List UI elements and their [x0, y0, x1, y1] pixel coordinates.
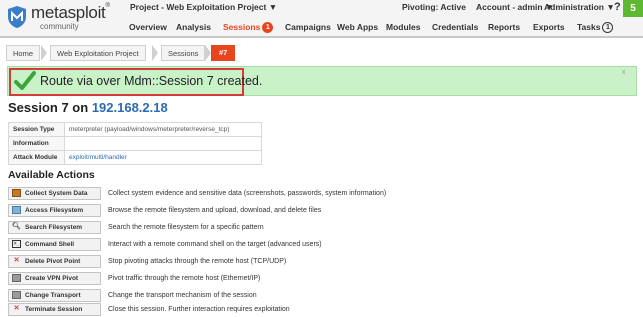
session-ip: 192.168.2.18	[91, 100, 168, 115]
terminal-icon: >_	[12, 240, 21, 249]
nav-sessions-label: Sessions	[223, 22, 261, 32]
nav-tasks-label: Tasks	[577, 22, 601, 32]
top-bar: metasploit® community Project - Web Expl…	[0, 0, 643, 38]
nav-tasks[interactable]: Tasks 1	[577, 22, 614, 34]
close-icon[interactable]: x	[622, 69, 626, 76]
action-label: Collect System Data	[25, 190, 88, 197]
nav-overview[interactable]: Overview	[129, 22, 167, 32]
access-filesystem-button[interactable]: Access Filesystem	[8, 204, 101, 217]
search-icon: 🔍︎	[12, 223, 21, 231]
collect-data-icon	[12, 189, 21, 198]
attack-module-link[interactable]: exploit/multi/handler	[64, 150, 262, 165]
action-label: Command Shell	[25, 241, 75, 248]
action-description: Close this session. Further interaction …	[108, 306, 290, 313]
create-vpn-pivot-button[interactable]: Create VPN Pivot	[8, 272, 101, 285]
breadcrumb-home[interactable]: Home	[6, 45, 41, 61]
action-description: Stop pivoting attacks through the remote…	[108, 258, 287, 265]
info-value: meterpreter (payload/windows/meterpreter…	[64, 122, 262, 137]
nav-credentials[interactable]: Credentials	[432, 22, 478, 32]
action-description: Collect system evidence and sensitive da…	[108, 190, 387, 197]
sessions-count-badge: 1	[262, 22, 274, 34]
close-icon: ✕	[13, 305, 20, 313]
change-transport-button[interactable]: Change Transport	[8, 289, 101, 302]
delete-icon: ✕	[13, 257, 20, 265]
action-description: Search the remote filesystem for a speci…	[108, 224, 264, 231]
notification-badge[interactable]: 5	[623, 0, 643, 17]
action-label: Search Filesystem	[25, 224, 83, 231]
nav-campaigns[interactable]: Campaigns	[285, 22, 331, 32]
info-key: Attack Module	[8, 150, 65, 165]
breadcrumb-separator	[41, 45, 47, 61]
action-description: Pivot traffic through the remote host (E…	[108, 275, 261, 282]
administration-menu[interactable]: Administration ▼	[544, 2, 615, 12]
nav-web-apps[interactable]: Web Apps	[337, 22, 378, 32]
breadcrumb-sessions[interactable]: Sessions	[161, 45, 206, 61]
breadcrumb-project[interactable]: Web Exploitation Project	[50, 45, 146, 61]
breadcrumb-current: #7	[211, 45, 236, 61]
terminate-session-button[interactable]: ✕ Terminate Session	[8, 303, 101, 316]
breadcrumb-separator	[152, 45, 158, 61]
collect-system-data-button[interactable]: Collect System Data	[8, 187, 101, 200]
checkmark-icon	[14, 71, 36, 90]
action-description: Change the transport mechanism of the se…	[108, 292, 257, 299]
nav-modules[interactable]: Modules	[386, 22, 420, 32]
account-menu[interactable]: Account - admin ▼	[476, 2, 553, 12]
table-row: Information	[8, 136, 262, 151]
action-label: Delete Pivot Point	[25, 258, 81, 265]
info-key: Session Type	[8, 122, 65, 137]
session-title-text: Session 7 on	[8, 100, 92, 115]
action-label: Create VPN Pivot	[25, 275, 79, 282]
transport-icon	[12, 291, 21, 300]
nav-analysis[interactable]: Analysis	[176, 22, 211, 32]
page-title: Session 7 on 192.168.2.18	[8, 100, 168, 115]
flash-message: Route via over Mdm::Session 7 created.	[40, 74, 263, 88]
project-selector[interactable]: Project - Web Exploitation Project ▼	[130, 2, 277, 12]
delete-pivot-point-button[interactable]: ✕ Delete Pivot Point	[8, 255, 101, 268]
search-filesystem-button[interactable]: 🔍︎ Search Filesystem	[8, 221, 101, 234]
vpn-icon	[12, 274, 21, 283]
info-value	[64, 136, 262, 151]
nav-sessions[interactable]: Sessions 1	[223, 22, 274, 34]
pivoting-status[interactable]: Pivoting: Active	[402, 2, 466, 12]
action-description: Browse the remote filesystem and upload,…	[108, 207, 322, 214]
table-row: Attack Module exploit/multi/handler	[8, 150, 262, 165]
filesystem-icon	[12, 206, 21, 215]
nav-exports[interactable]: Exports	[533, 22, 565, 32]
project-row: Project - Web Exploitation Project ▼ Piv…	[130, 1, 643, 17]
command-shell-button[interactable]: >_ Command Shell	[8, 238, 101, 251]
tasks-count-badge: 1	[602, 22, 614, 34]
info-key: Information	[8, 136, 65, 151]
action-label: Access Filesystem	[25, 207, 84, 214]
nav-reports[interactable]: Reports	[488, 22, 520, 32]
help-icon[interactable]: ?	[614, 1, 621, 13]
action-label: Change Transport	[25, 292, 81, 299]
session-info-table: Session Type meterpreter (payload/window…	[8, 122, 262, 165]
table-row: Session Type meterpreter (payload/window…	[8, 122, 262, 137]
action-label: Terminate Session	[25, 306, 83, 313]
action-description: Interact with a remote command shell on …	[108, 241, 322, 248]
main-nav: Overview Analysis Sessions 1 Campaigns We…	[0, 20, 643, 36]
actions-heading: Available Actions	[8, 169, 95, 181]
breadcrumb: Home Web Exploitation Project Sessions #…	[6, 45, 246, 61]
